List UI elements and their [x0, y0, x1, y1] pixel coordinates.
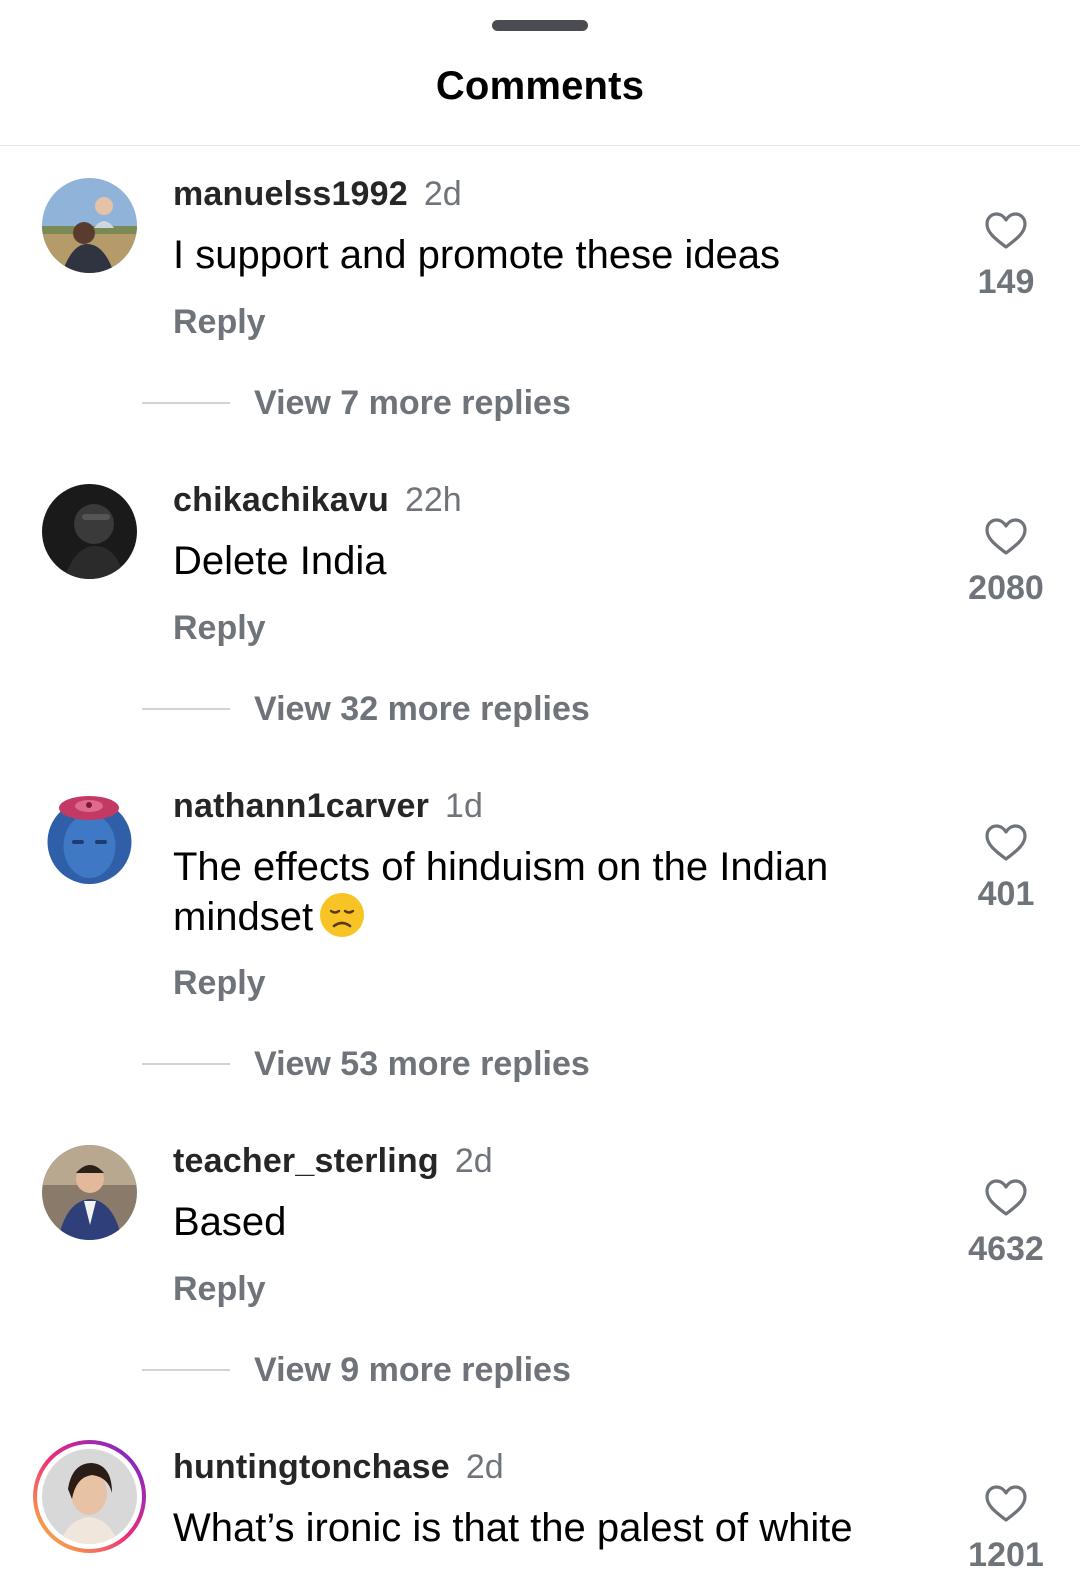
timestamp: 2d [423, 175, 462, 213]
view-replies-label: View 53 more replies [254, 1044, 590, 1083]
header-divider [0, 145, 1080, 146]
view-replies-label: View 9 more replies [254, 1350, 571, 1389]
story-ring-avatar[interactable] [33, 1440, 146, 1553]
comment-meta: nathann1carver 1d [173, 787, 483, 826]
reply-button[interactable]: Reply [173, 303, 266, 342]
avatar [42, 1449, 137, 1544]
reply-button[interactable]: Reply [173, 964, 266, 1003]
view-replies-label: View 7 more replies [254, 383, 571, 422]
like-control[interactable]: 401 [940, 823, 1072, 914]
username[interactable]: chikachikavu [173, 481, 389, 519]
comment-meta: huntingtonchase 2d [173, 1448, 504, 1487]
like-control[interactable]: 4632 [940, 1178, 1072, 1269]
comments-sheet: Comments manuelss1992 2d I support and pr… [0, 0, 1080, 1574]
like-count: 149 [977, 263, 1035, 301]
username[interactable]: nathann1carver [173, 787, 429, 825]
comment-text: What’s ironic is that the palest of whit… [173, 1506, 853, 1550]
avatar[interactable] [42, 178, 137, 273]
timestamp: 2d [465, 1448, 504, 1486]
replies-line [142, 708, 230, 710]
avatar-frame [37, 1444, 142, 1549]
view-replies-button[interactable]: View 7 more replies [142, 383, 571, 423]
avatar[interactable] [42, 790, 137, 885]
username[interactable]: huntingtonchase [173, 1448, 450, 1486]
username[interactable]: teacher_sterling [173, 1142, 439, 1180]
like-count: 4632 [968, 1230, 1044, 1268]
drag-handle[interactable] [492, 20, 588, 31]
view-replies-button[interactable]: View 53 more replies [142, 1044, 590, 1084]
replies-line [142, 402, 230, 404]
comment-meta: teacher_sterling 2d [173, 1142, 493, 1181]
timestamp: 2d [454, 1142, 493, 1180]
timestamp: 1d [445, 787, 483, 825]
disappointed-face-emoji [320, 893, 365, 937]
replies-line [142, 1063, 230, 1065]
like-control[interactable]: 149 [940, 211, 1072, 302]
comment-text: Delete India [173, 539, 387, 583]
view-replies-button[interactable]: View 9 more replies [142, 1350, 571, 1390]
comment-text: The effects of hinduism on the Indian mi… [173, 843, 933, 942]
view-replies-label: View 32 more replies [254, 689, 590, 728]
reply-button[interactable]: Reply [173, 1270, 266, 1309]
comment-meta: manuelss1992 2d [173, 175, 462, 214]
username[interactable]: manuelss1992 [173, 175, 408, 213]
like-count: 2080 [968, 569, 1044, 607]
comment-text: I support and promote these ideas [173, 233, 781, 277]
like-control[interactable]: 2080 [940, 517, 1072, 608]
view-replies-button[interactable]: View 32 more replies [142, 689, 590, 729]
heart-outline-icon[interactable] [984, 823, 1028, 863]
avatar[interactable] [42, 1145, 137, 1240]
sheet-title: Comments [435, 64, 645, 108]
avatar[interactable] [42, 484, 137, 579]
reply-button[interactable]: Reply [173, 609, 266, 648]
comment-text: Based [173, 1200, 287, 1244]
heart-outline-icon[interactable] [984, 1178, 1028, 1218]
replies-line [142, 1369, 230, 1371]
like-control[interactable]: 1201 [940, 1484, 1072, 1575]
heart-outline-icon[interactable] [984, 211, 1028, 251]
like-count: 1201 [968, 1536, 1044, 1574]
heart-outline-icon[interactable] [984, 1484, 1028, 1524]
like-count: 401 [977, 875, 1035, 913]
comment-text-content: The effects of hinduism on the Indian mi… [173, 845, 829, 939]
heart-outline-icon[interactable] [984, 517, 1028, 557]
timestamp: 22h [404, 481, 462, 519]
comment-meta: chikachikavu 22h [173, 481, 462, 520]
